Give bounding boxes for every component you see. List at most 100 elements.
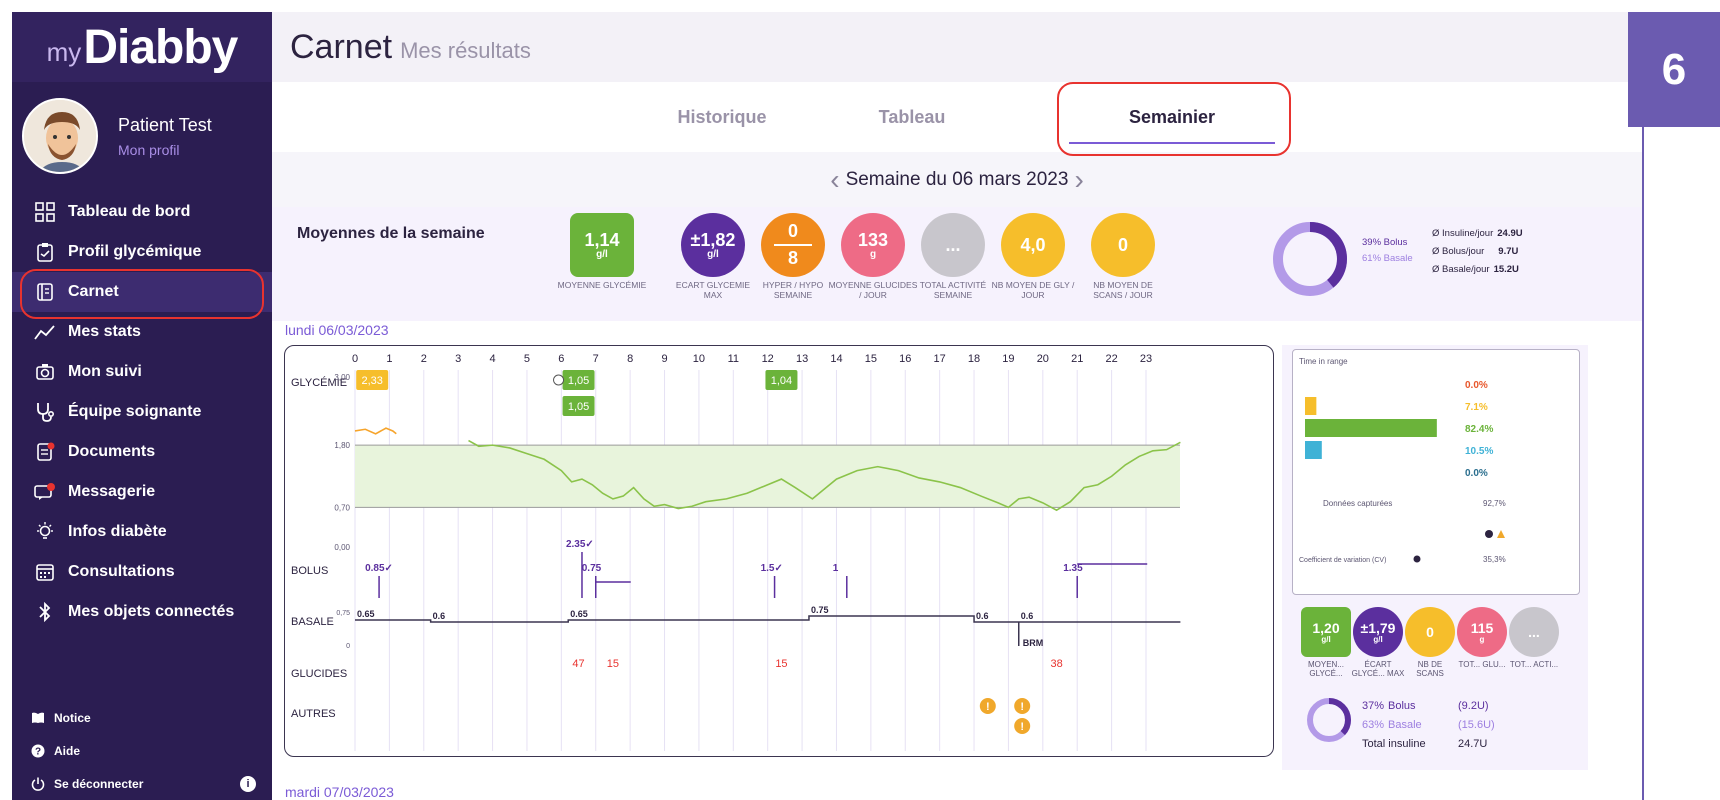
cv-label: Coefficient de variation (CV) — [1299, 557, 1386, 564]
week-kpi-badge: 1,14 g/l — [570, 213, 634, 277]
glycemie-reading: 1,05 — [562, 396, 595, 416]
week-kpi-caption: ECART GLYCEMIE MAX — [675, 280, 751, 300]
avatar[interactable] — [22, 98, 98, 174]
glycemie-reading-value: 1,05 — [568, 375, 589, 387]
sidebar-item-equipe-soignante[interactable]: Équipe soignante — [12, 392, 272, 432]
row-label-autres: AUTRES — [291, 708, 336, 720]
sidebar-bottom-nav: Notice ? Aide Se déconnecter i — [12, 701, 272, 800]
hour-tick: 15 — [865, 353, 877, 365]
power-icon — [30, 776, 46, 792]
page-subtitle: Mes résultats — [400, 38, 531, 63]
sidebar-bottom-help[interactable]: ? Aide — [12, 734, 272, 767]
sidebar-item-mon-suivi[interactable]: Mon suivi — [12, 352, 272, 392]
day-bolus-value: (9.2U) — [1458, 700, 1489, 712]
bluetooth-icon — [34, 601, 56, 623]
sidebar-item-label: Carnet — [68, 283, 119, 300]
alert-icon: ! — [979, 698, 996, 714]
week-kpi-badge: 0 — [1091, 213, 1155, 277]
sidebar-bottom-power[interactable]: Se déconnecter i — [12, 767, 272, 800]
sidebar-item-consultations[interactable]: Consultations — [12, 552, 272, 592]
day-kpi-caption: MOYEN... GLYCÉ... — [1307, 660, 1344, 678]
svg-text:!: ! — [1020, 701, 1024, 713]
week-kpi: ±1,82 g/l ECART GLYCEMIE MAX — [668, 213, 758, 300]
tab-semainier[interactable]: Semainier — [1057, 82, 1291, 156]
hour-tick: 0 — [352, 353, 358, 365]
tab-tableau[interactable]: Tableau — [832, 82, 992, 152]
chevron-right-icon[interactable]: › — [1074, 164, 1083, 196]
week-insulin-legend: 39% Bolus 61% Basale — [1362, 235, 1413, 267]
hour-tick: 21 — [1071, 353, 1083, 365]
sidebar-item-infos-diabete[interactable]: Infos diabète — [12, 512, 272, 552]
day-kpi-badge: ±1,79 g/l — [1353, 607, 1403, 657]
info-icon — [1413, 555, 1421, 563]
sidebar-item-documents[interactable]: Documents — [12, 432, 272, 472]
alert-icon: ! — [1014, 698, 1031, 714]
sidebar-item-tableau-de-bord[interactable]: Tableau de bord — [12, 192, 272, 232]
bolus-entry: 0.85✓ — [365, 563, 393, 598]
logo[interactable]: my Diabby — [12, 12, 272, 82]
basale-value: 0.6 — [1021, 611, 1034, 621]
captured-label: Données capturées — [1323, 499, 1392, 508]
tab-historique[interactable]: Historique — [642, 82, 802, 152]
app-root: my Diabby Patient Test Mon profil Tablea… — [0, 0, 1720, 800]
day-kpi-caption: TOT... GLU... — [1458, 660, 1506, 669]
divider — [1642, 127, 1644, 800]
day-kpi: 0 NB DE SCANS — [1403, 607, 1457, 678]
tabs: Historique Tableau Semainier — [272, 82, 1642, 156]
week-insulin-donut — [1270, 219, 1350, 304]
week-kpi: 4,0 NB MOYEN DE GLY / JOUR — [988, 213, 1078, 300]
day-kpi-value: ... — [1528, 624, 1540, 640]
tab-label: Historique — [677, 106, 767, 127]
day-summary-panel: Time in range 0.0% 7.1% 82.4% 10.5% 0.0% Donné… — [1282, 345, 1588, 770]
sidebar-item-label: Équipe soignante — [68, 403, 202, 420]
hypo-count: 8 — [787, 248, 798, 268]
glycemie-reading: 1,05 — [562, 370, 595, 390]
week-kpi-caption: NB MOYEN DE GLY / JOUR — [991, 280, 1075, 300]
profile[interactable]: Patient Test Mon profil — [12, 82, 272, 184]
sidebar-item-carnet[interactable]: Carnet — [12, 269, 272, 319]
day-kpi-caption: TOT... ACTI... — [1509, 660, 1559, 669]
bolus-entry: 1.35 — [1063, 563, 1148, 598]
bolus-value: 2.35✓ — [566, 539, 594, 550]
hour-tick: 13 — [796, 353, 808, 365]
week-kpi-caption: HYPER / HYPO SEMAINE — [762, 280, 824, 300]
brm-label: BRM — [1023, 638, 1044, 648]
stethoscope-icon — [34, 401, 56, 423]
day-total-value: 24.7U — [1458, 738, 1488, 750]
sidebar-bottom-book[interactable]: Notice — [12, 701, 272, 734]
day-kpi-badge: 0 — [1405, 607, 1455, 657]
cv-value: 35,3% — [1483, 555, 1506, 564]
week-kpi-value: 4,0 — [1020, 235, 1046, 255]
week-kpi-value: ... — [945, 235, 961, 255]
chevron-left-icon[interactable]: ‹ — [830, 164, 839, 196]
insuline-label: Ø Insuline/jour — [1432, 228, 1494, 239]
day-label[interactable]: mardi 07/03/2023 — [285, 784, 394, 800]
sidebar-item-profil-glycemique[interactable]: Profil glycémique — [12, 232, 272, 272]
active-tab-underline — [1069, 142, 1275, 144]
day-kpi-badge: 115 g — [1457, 607, 1507, 657]
sidebar-item-mes-stats[interactable]: Mes stats — [12, 312, 272, 352]
hour-tick: 9 — [661, 353, 667, 365]
bolus-value: 1.5✓ — [761, 563, 783, 574]
glycemie-reading-value: 1,04 — [771, 375, 792, 387]
day-label[interactable]: lundi 06/03/2023 — [285, 322, 389, 338]
day-basale-pct: 63% — [1362, 719, 1385, 731]
sidebar-bottom-label: Notice — [54, 710, 91, 725]
hour-tick: 12 — [762, 353, 774, 365]
week-averages: Moyennes de la semaine 39% Bolus 61% Bas… — [272, 207, 1642, 321]
profile-name: Patient Test — [118, 114, 212, 135]
profile-link[interactable]: Mon profil — [118, 142, 212, 158]
sidebar-item-mes-objets-connectes[interactable]: Mes objets connectés — [12, 592, 272, 632]
tir-percent: 0.0% — [1465, 468, 1488, 479]
day-kpi: 115 g TOT... GLU... — [1455, 607, 1509, 669]
captured-value: 92,7% — [1483, 499, 1506, 508]
svg-text:!: ! — [1020, 721, 1024, 733]
hour-tick: 16 — [899, 353, 911, 365]
sidebar-item-messagerie[interactable]: Messagerie — [12, 472, 272, 512]
info-icon[interactable]: i — [240, 775, 256, 792]
bolus-value: 0.85✓ — [365, 563, 393, 574]
stats-icon — [34, 321, 56, 343]
info-icon — [1485, 530, 1493, 538]
day-kpi-value: ±1,79 — [1360, 619, 1396, 636]
basale-value: 0.75 — [811, 605, 829, 615]
